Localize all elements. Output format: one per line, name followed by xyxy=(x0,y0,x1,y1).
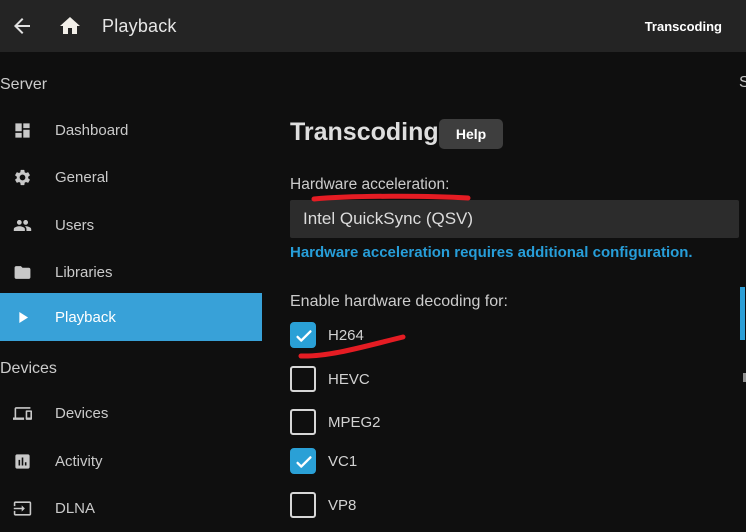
sidebar-item-general[interactable]: General xyxy=(0,153,262,201)
checkbox-icon[interactable] xyxy=(290,322,316,348)
folder-icon xyxy=(13,263,32,282)
play-icon xyxy=(13,308,32,327)
hardware-acceleration-label: Hardware acceleration: xyxy=(290,176,449,194)
checkbox-row-vp8[interactable]: VP8 xyxy=(290,492,490,518)
checkbox-row-vc1[interactable]: VC1 xyxy=(290,448,490,474)
sidebar: Server Dashboard General Users Libraries xyxy=(0,52,262,532)
app-window: Playback Transcoding Server Dashboard Ge… xyxy=(0,0,746,532)
help-button[interactable]: Help xyxy=(439,119,503,149)
gear-icon xyxy=(13,168,32,187)
sidebar-item-dlna[interactable]: DLNA xyxy=(0,484,262,532)
checkbox-icon[interactable] xyxy=(290,448,316,474)
checkbox-label: MPEG2 xyxy=(328,414,381,431)
sidebar-item-label: Activity xyxy=(55,453,103,470)
sidebar-item-libraries[interactable]: Libraries xyxy=(0,248,262,296)
checkbox-label: VP8 xyxy=(328,497,356,514)
input-icon xyxy=(13,499,32,518)
sidebar-item-label: Devices xyxy=(55,405,108,422)
hardware-acceleration-select[interactable]: Intel QuickSync (QSV) xyxy=(290,200,739,238)
sidebar-section-server: Server xyxy=(0,74,47,96)
checkbox-icon[interactable] xyxy=(290,409,316,435)
checkbox-icon[interactable] xyxy=(290,492,316,518)
page-header-title: Playback xyxy=(102,16,177,37)
sidebar-item-devices[interactable]: Devices xyxy=(0,389,262,437)
checkbox-label: VC1 xyxy=(328,453,357,470)
decoding-section-label: Enable hardware decoding for: xyxy=(290,293,508,311)
checkbox-row-mpeg2[interactable]: MPEG2 xyxy=(290,409,490,435)
sidebar-item-label: DLNA xyxy=(55,500,95,517)
checkbox-label: H264 xyxy=(328,327,364,344)
home-icon[interactable] xyxy=(58,14,82,38)
page-title: Transcoding xyxy=(290,118,439,147)
sidebar-item-playback[interactable]: Playback xyxy=(0,293,262,341)
sidebar-item-label: Dashboard xyxy=(55,122,128,139)
sidebar-item-activity[interactable]: Activity xyxy=(0,437,262,485)
sidebar-item-label: Libraries xyxy=(55,264,113,281)
cut-off-text: S xyxy=(739,74,746,92)
users-icon xyxy=(13,216,32,235)
sidebar-item-label: Playback xyxy=(55,309,116,326)
header-section-label: Transcoding xyxy=(645,0,722,52)
checkbox-icon[interactable] xyxy=(290,366,316,392)
dashboard-icon xyxy=(13,121,32,140)
checkbox-label: HEVC xyxy=(328,371,370,388)
devices-icon xyxy=(13,404,32,423)
sidebar-item-users[interactable]: Users xyxy=(0,201,262,249)
checkbox-row-h264[interactable]: H264 xyxy=(290,322,490,348)
activity-icon xyxy=(13,452,32,471)
checkbox-row-hevc[interactable]: HEVC xyxy=(290,366,490,392)
sidebar-item-label: General xyxy=(55,169,108,186)
scrollbar-thumb[interactable] xyxy=(740,287,745,340)
hardware-acceleration-selected-value: Intel QuickSync (QSV) xyxy=(303,209,473,229)
sidebar-item-dashboard[interactable]: Dashboard xyxy=(0,106,262,154)
sidebar-section-devices: Devices xyxy=(0,358,57,380)
sidebar-item-label: Users xyxy=(55,217,94,234)
hardware-acceleration-note: Hardware acceleration requires additiona… xyxy=(290,244,693,261)
top-bar: Playback Transcoding xyxy=(0,0,746,52)
back-arrow-icon[interactable] xyxy=(10,14,34,38)
